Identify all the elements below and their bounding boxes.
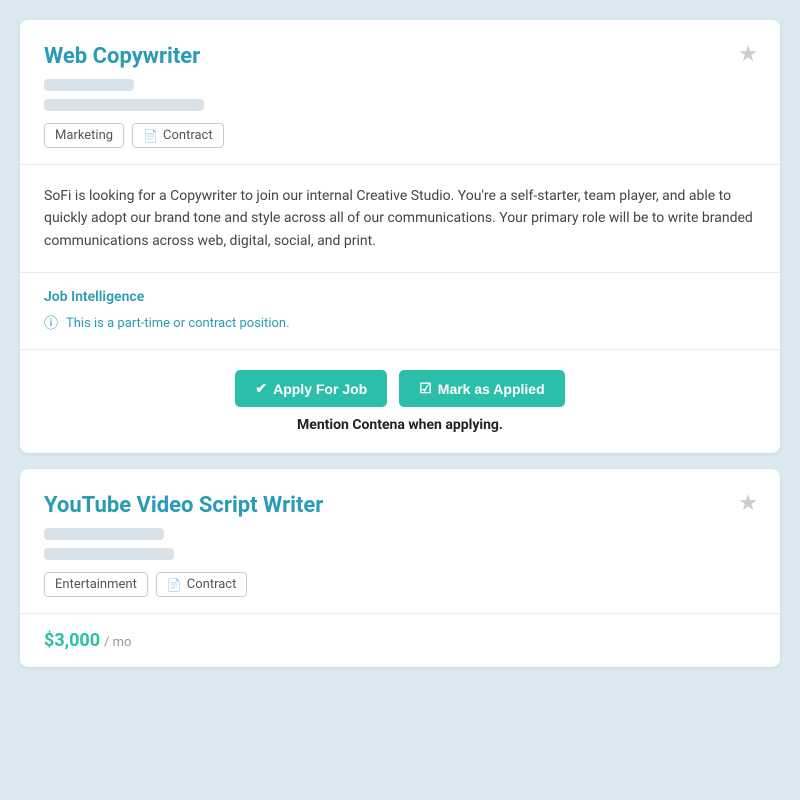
tag-contract-1: 📄 Contract (132, 123, 224, 148)
clock-icon: ⓘ (44, 313, 58, 333)
job-intelligence-title: Job Intelligence (44, 289, 756, 305)
footer-buttons: ✔ Apply For Job ☑ Mark as Applied (235, 370, 564, 407)
tag-contract-1-label: Contract (163, 128, 213, 143)
job-title-2: YouTube Video Script Writer (44, 493, 756, 518)
checkmark-icon-apply: ✔ (255, 380, 267, 397)
salary-section: $3,000 / mo (20, 613, 780, 667)
job-title-1: Web Copywriter (44, 44, 756, 69)
tag-contract-2-label: Contract (187, 577, 237, 592)
checkmark-icon-mark: ☑ (419, 380, 432, 397)
tag-marketing: Marketing (44, 123, 124, 148)
job-card-2: YouTube Video Script Writer ★ Entertainm… (20, 469, 780, 667)
skeleton-line-4 (44, 548, 174, 560)
card1-footer: ✔ Apply For Job ☑ Mark as Applied Mentio… (20, 350, 780, 453)
apply-label: Apply For Job (273, 381, 367, 397)
apply-button[interactable]: ✔ Apply For Job (235, 370, 387, 407)
favorite-icon-1[interactable]: ★ (738, 42, 758, 67)
job-intelligence-text: This is a part-time or contract position… (66, 316, 290, 331)
favorite-icon-2[interactable]: ★ (738, 491, 758, 516)
tag-list-1: Marketing 📄 Contract (44, 123, 756, 148)
salary-period: / mo (104, 635, 131, 650)
card1-body: SoFi is looking for a Copywriter to join… (20, 165, 780, 273)
job-card-1: Web Copywriter ★ Marketing 📄 Contract So… (20, 20, 780, 453)
tag-entertainment-label: Entertainment (55, 577, 137, 592)
mark-label: Mark as Applied (438, 381, 545, 397)
skeleton-line-3 (44, 528, 164, 540)
document-icon-2: 📄 (167, 578, 182, 592)
card1-header: Web Copywriter ★ Marketing 📄 Contract (20, 20, 780, 165)
document-icon-1: 📄 (143, 129, 158, 143)
skeleton-line-2 (44, 99, 204, 111)
job-intelligence-item: ⓘ This is a part-time or contract positi… (44, 313, 756, 333)
salary-amount: $3,000 (44, 630, 100, 651)
job-description-1: SoFi is looking for a Copywriter to join… (44, 185, 756, 252)
tag-marketing-label: Marketing (55, 128, 113, 143)
card2-header: YouTube Video Script Writer ★ Entertainm… (20, 469, 780, 613)
mention-text: Mention Contena when applying. (297, 417, 503, 433)
tag-contract-2: 📄 Contract (156, 572, 248, 597)
job-intelligence-section: Job Intelligence ⓘ This is a part-time o… (20, 273, 780, 350)
skeleton-line-1 (44, 79, 134, 91)
mark-applied-button[interactable]: ☑ Mark as Applied (399, 370, 564, 407)
tag-entertainment: Entertainment (44, 572, 148, 597)
tag-list-2: Entertainment 📄 Contract (44, 572, 756, 597)
